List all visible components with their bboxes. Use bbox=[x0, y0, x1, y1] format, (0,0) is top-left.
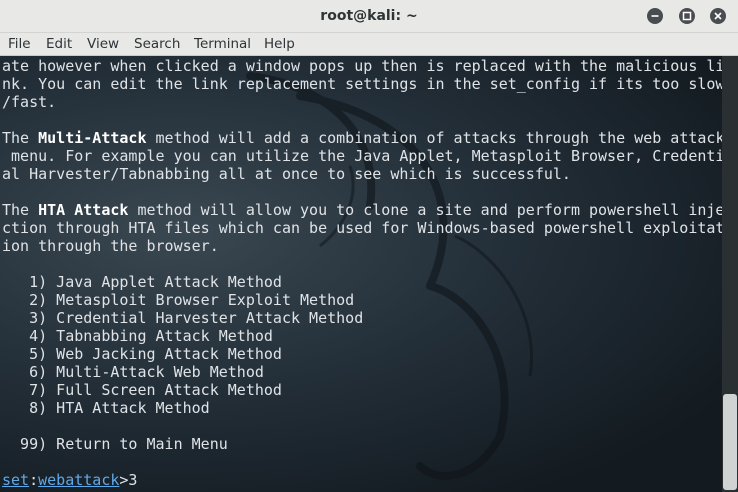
menu-edit[interactable]: Edit bbox=[46, 33, 72, 55]
terminal-line: 7) Full Screen Attack Method bbox=[2, 381, 282, 399]
terminal-line: 4) Tabnabbing Attack Method bbox=[2, 327, 273, 345]
menu-view[interactable]: View bbox=[87, 33, 119, 55]
close-button[interactable] bbox=[710, 8, 726, 24]
scrollbar[interactable] bbox=[722, 56, 738, 492]
text-segment: ction through HTA files which can be use… bbox=[2, 219, 722, 237]
menu-search[interactable]: Search bbox=[134, 33, 180, 55]
text-segment: /fast. bbox=[2, 93, 57, 111]
text-segment: Multi-Attack bbox=[38, 129, 147, 147]
menu-bar: File Edit View Search Terminal Help bbox=[0, 33, 738, 56]
terminal-line: 6) Multi-Attack Web Method bbox=[2, 363, 264, 381]
title-bar[interactable]: root@kali: ~ bbox=[0, 0, 738, 33]
terminal-line: 3) Credential Harvester Attack Method bbox=[2, 309, 363, 327]
menu-file[interactable]: File bbox=[8, 33, 31, 55]
minimize-icon bbox=[651, 15, 659, 17]
text-segment: 99) Return to Main Menu bbox=[2, 435, 228, 453]
text-segment: ate however when clicked a window pops u… bbox=[2, 57, 722, 75]
text-segment: 2) Metasploit Browser Exploit Method bbox=[2, 291, 355, 309]
text-segment: 6) Multi-Attack Web Method bbox=[2, 363, 264, 381]
terminal-line: al Harvester/Tabnabbing all at once to s… bbox=[2, 165, 571, 183]
terminal-line: menu. For example you can utilize the Ja… bbox=[2, 147, 722, 165]
text-segment: al Harvester/Tabnabbing all at once to s… bbox=[2, 165, 571, 183]
terminal-line: 8) HTA Attack Method bbox=[2, 399, 210, 417]
command-prompt: set:webattack>3 bbox=[2, 471, 137, 489]
terminal-line: 99) Return to Main Menu bbox=[2, 435, 228, 453]
maximize-icon bbox=[682, 11, 692, 21]
terminal-line: 2) Metasploit Browser Exploit Method bbox=[2, 291, 354, 309]
text-segment: 1) Java Applet Attack Method bbox=[2, 273, 282, 291]
terminal-output[interactable]: ate however when clicked a window pops u… bbox=[0, 56, 722, 492]
text-segment: The bbox=[2, 129, 39, 147]
text-segment: method will allow you to clone a site an… bbox=[128, 201, 722, 219]
terminal-line: ate however when clicked a window pops u… bbox=[2, 57, 722, 75]
text-segment: >3 bbox=[119, 471, 138, 489]
menu-help[interactable]: Help bbox=[264, 33, 295, 55]
text-segment: menu. For example you can utilize the Ja… bbox=[2, 147, 722, 165]
prompt-segment: webattack bbox=[38, 471, 120, 489]
window-title: root@kali: ~ bbox=[320, 8, 418, 24]
text-segment: 8) HTA Attack Method bbox=[2, 399, 210, 417]
text-segment: HTA Attack bbox=[38, 201, 129, 219]
text-segment: nk. You can edit the link replacement se… bbox=[2, 75, 722, 93]
text-segment: ion through the browser. bbox=[2, 237, 219, 255]
terminal-line: The Multi-Attack method will add a combi… bbox=[2, 129, 722, 147]
terminal-line: ction through HTA files which can be use… bbox=[2, 219, 722, 237]
menu-terminal[interactable]: Terminal bbox=[194, 33, 251, 55]
scrollbar-thumb[interactable] bbox=[723, 394, 737, 490]
maximize-button[interactable] bbox=[679, 8, 695, 24]
terminal-line: nk. You can edit the link replacement se… bbox=[2, 75, 722, 93]
text-segment: method will add a combination of attacks… bbox=[146, 129, 722, 147]
prompt-segment: set bbox=[2, 471, 30, 489]
text-segment: 5) Web Jacking Attack Method bbox=[2, 345, 282, 363]
text-segment: : bbox=[29, 471, 39, 489]
terminal-line: /fast. bbox=[2, 93, 56, 111]
text-segment: The bbox=[2, 201, 39, 219]
text-segment: 7) Full Screen Attack Method bbox=[2, 381, 282, 399]
terminal-line: The HTA Attack method will allow you to … bbox=[2, 201, 722, 219]
terminal-window: root@kali: ~ File Edit View Search Termi… bbox=[0, 0, 738, 492]
terminal-line: 5) Web Jacking Attack Method bbox=[2, 345, 282, 363]
terminal-line: ion through the browser. bbox=[2, 237, 219, 255]
text-segment: 3) Credential Harvester Attack Method bbox=[2, 309, 364, 327]
minimize-button[interactable] bbox=[647, 8, 663, 24]
close-icon bbox=[714, 12, 722, 20]
text-segment: 4) Tabnabbing Attack Method bbox=[2, 327, 273, 345]
terminal-line: 1) Java Applet Attack Method bbox=[2, 273, 282, 291]
